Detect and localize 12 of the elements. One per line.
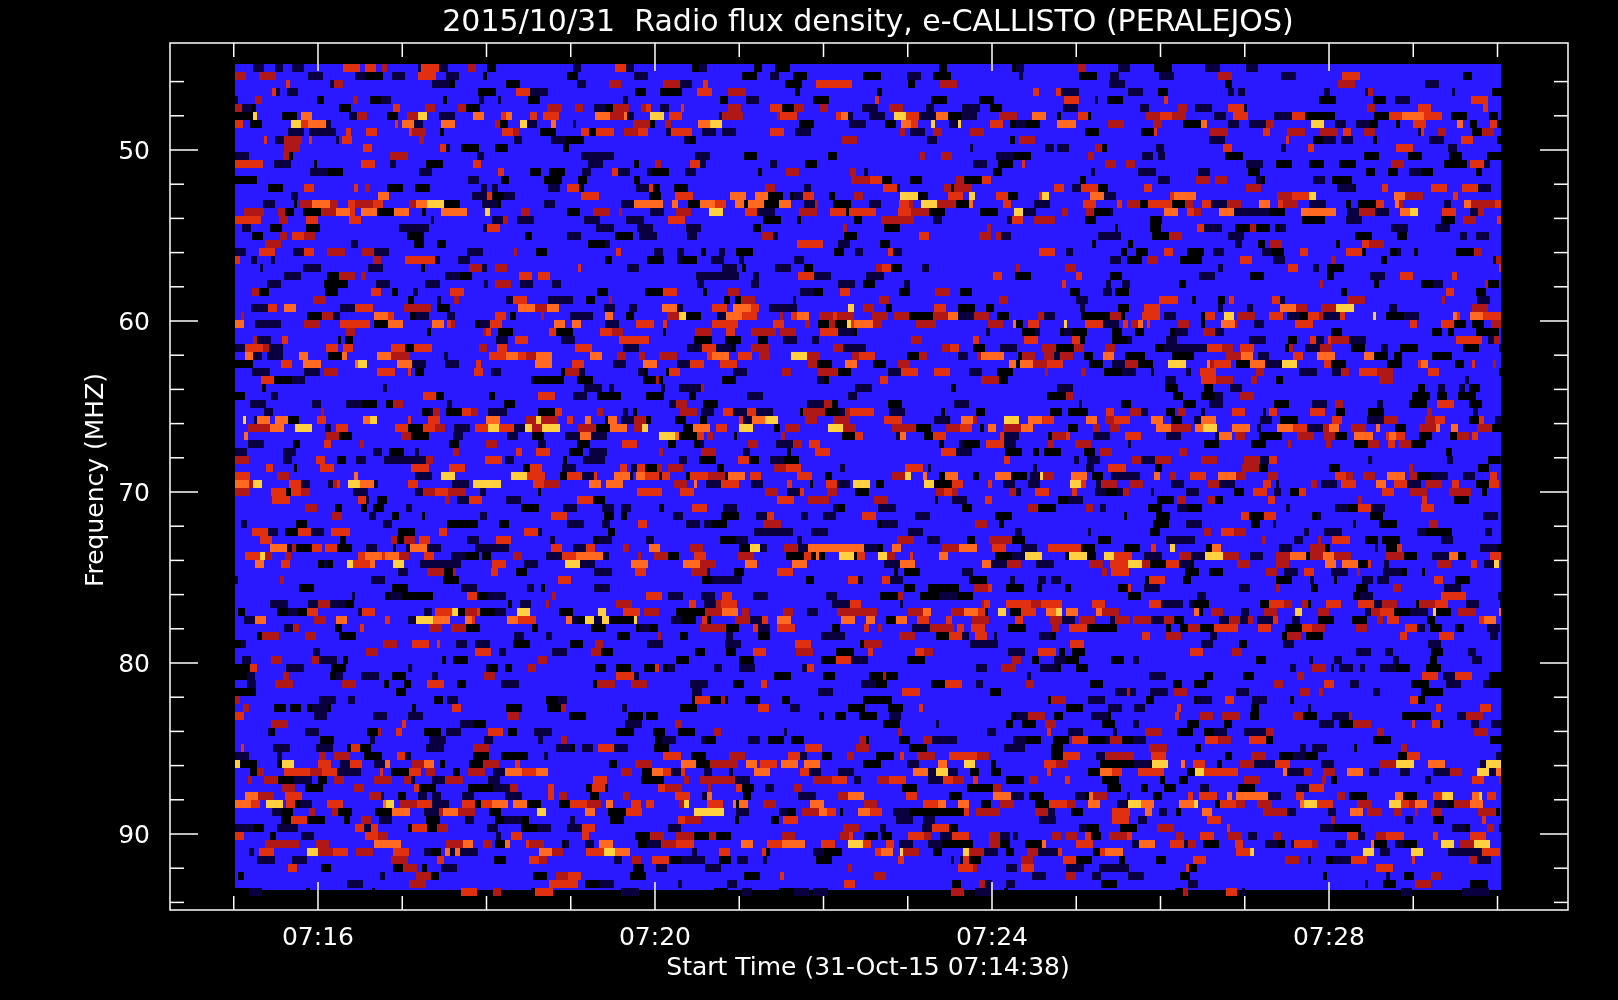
tick-label: 07:24 (956, 922, 1028, 951)
tick-label: 70 (118, 478, 150, 507)
tick-label: 07:28 (1293, 922, 1365, 951)
chart-title: 2015/10/31 Radio flux density, e-CALLISTO (PERALEJOS) (442, 3, 1294, 38)
tick-label: 80 (118, 649, 150, 678)
tick-label: 07:16 (282, 922, 354, 951)
tick-label: 60 (118, 307, 150, 336)
tick-label: 90 (118, 820, 150, 849)
tick-label: 07:20 (619, 922, 691, 951)
tick-label: 50 (118, 136, 150, 165)
axis-title: Start Time (31-Oct-15 07:14:38) (666, 952, 1070, 981)
axis-title: Frequency (MHZ) (80, 372, 109, 588)
